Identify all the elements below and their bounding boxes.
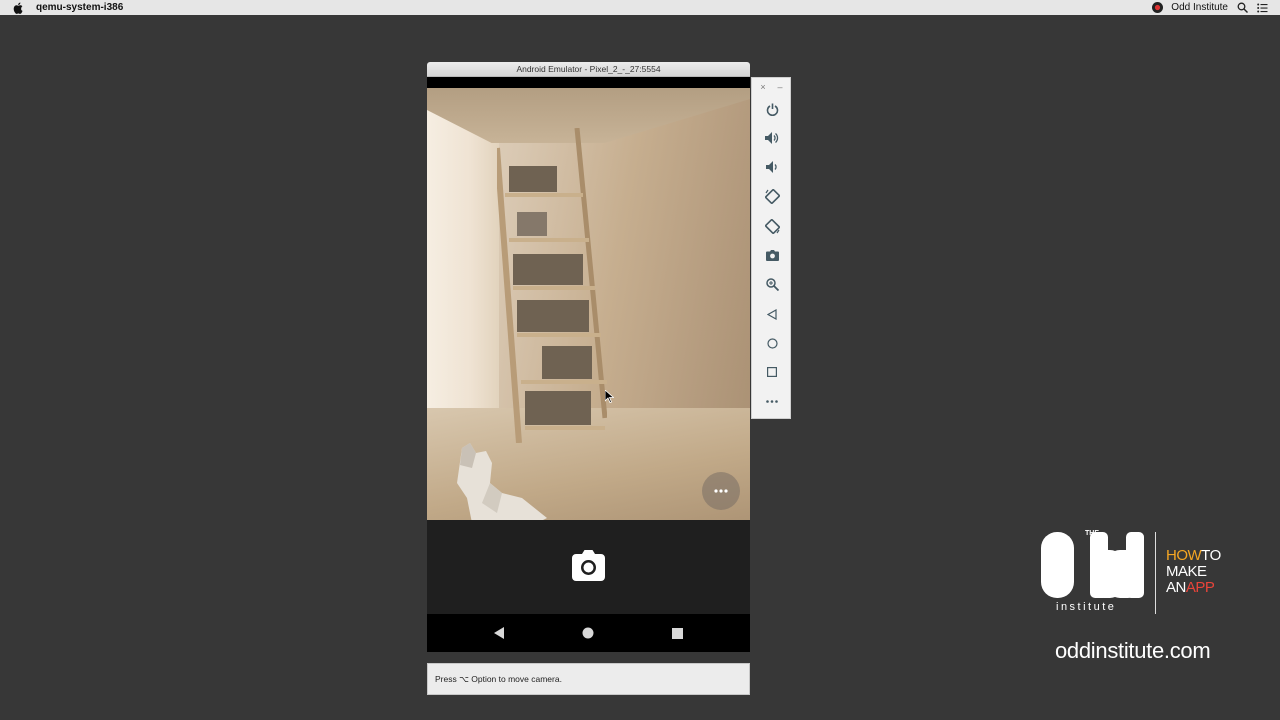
device-screen[interactable] (427, 77, 750, 652)
toolbar-minimize-button[interactable]: – (775, 82, 785, 92)
overview-icon[interactable] (762, 362, 782, 382)
logo-institute: institute (1056, 601, 1117, 613)
volume-down-icon[interactable] (762, 157, 782, 177)
how-to-make-an-app-logo: HOWTO MAKE ANAPP (1166, 548, 1221, 596)
app-name[interactable]: qemu-system-i386 (36, 2, 123, 13)
zoom-icon[interactable] (762, 274, 782, 294)
odd-institute-logo: THE institute HOWTO MAKE ANAPP (1038, 528, 1238, 618)
nav-home-icon[interactable] (581, 626, 595, 640)
cat-figurine (457, 443, 547, 520)
menu-extras: Odd Institute (1151, 0, 1268, 15)
status-bar (427, 77, 750, 88)
user-avatar-icon[interactable] (1151, 2, 1163, 14)
camera-more-options-button[interactable] (702, 472, 740, 510)
logo-how: HOW (1166, 547, 1202, 564)
ladder-bookshelf (497, 128, 607, 443)
nav-back-icon[interactable] (492, 626, 506, 640)
toolbar-window-controls: × – (752, 82, 792, 94)
apple-icon[interactable] (13, 2, 23, 14)
home-icon[interactable] (762, 333, 782, 353)
screenshot-icon[interactable] (762, 245, 782, 265)
back-icon[interactable] (762, 304, 782, 324)
spotlight-search-icon[interactable] (1236, 2, 1248, 14)
toolbar-close-button[interactable]: × (758, 82, 768, 92)
power-icon[interactable] (762, 99, 782, 119)
shutter-camera-icon[interactable] (572, 550, 605, 581)
camera-hint-bar: Press ⌥ Option to move camera. (427, 663, 750, 695)
rotate-left-icon[interactable] (762, 186, 782, 206)
emulator-title-bar[interactable]: Android Emulator - Pixel_2_-_27:5554 (427, 62, 750, 77)
nav-overview-icon[interactable] (670, 626, 684, 640)
website-url: oddinstitute.com (1055, 638, 1211, 663)
odd-letters-logo (1041, 532, 1144, 598)
volume-up-icon[interactable] (762, 128, 782, 148)
more-horizontal-icon (714, 489, 728, 493)
camera-viewfinder[interactable] (427, 88, 750, 520)
logo-make: MAKE (1166, 563, 1207, 580)
camera-controls (427, 520, 750, 614)
notification-center-icon[interactable] (1256, 2, 1268, 14)
logo-an: AN (1166, 579, 1186, 596)
room-window (427, 108, 499, 408)
logo-app: APP (1185, 579, 1215, 596)
menu-bar: qemu-system-i386 Odd Institute (0, 0, 1280, 15)
android-nav-bar (427, 614, 750, 652)
mouse-cursor-icon (605, 390, 614, 403)
logo-divider (1155, 532, 1156, 614)
more-icon[interactable] (762, 391, 782, 411)
user-name[interactable]: Odd Institute (1171, 2, 1228, 13)
emulator-toolbar: × – (751, 77, 791, 419)
rotate-right-icon[interactable] (762, 216, 782, 236)
logo-to: TO (1201, 547, 1221, 564)
